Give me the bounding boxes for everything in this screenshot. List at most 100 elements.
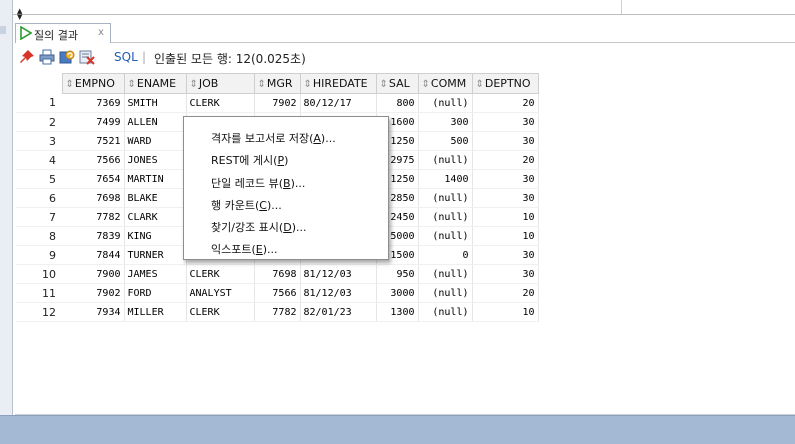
table-row[interactable]: 11 7902 FORD ANALYST 7566 81/12/03 3000 (null) 2… <box>16 283 539 303</box>
print-icon[interactable] <box>39 49 55 65</box>
menu-item-mnemonic: B <box>283 177 291 190</box>
cell-mgr[interactable]: 7566 <box>254 283 301 303</box>
cell-ename[interactable]: JAMES <box>124 264 187 284</box>
cell-empno[interactable]: 7566 <box>62 150 125 170</box>
cell-comm[interactable]: (null) <box>418 150 473 170</box>
menu-item-suffix: )... <box>262 243 278 256</box>
cell-comm[interactable]: (null) <box>418 283 473 303</box>
column-header-empno[interactable]: ⇕EMPNO <box>61 73 125 94</box>
menu-item-row-count[interactable]: 행 카운트(C)... <box>211 197 282 213</box>
cell-empno[interactable]: 7934 <box>62 302 125 322</box>
cell-comm[interactable]: (null) <box>418 302 473 322</box>
cell-job[interactable]: CLERK <box>186 264 255 284</box>
cell-deptno[interactable]: 30 <box>472 264 539 284</box>
cell-empno[interactable]: 7521 <box>62 131 125 151</box>
cell-job[interactable]: ANALYST <box>186 283 255 303</box>
cell-deptno[interactable]: 10 <box>472 226 539 246</box>
cell-comm[interactable]: (null) <box>418 264 473 284</box>
pin-icon[interactable] <box>19 49 35 65</box>
cell-mgr[interactable]: 7698 <box>254 264 301 284</box>
cell-job[interactable]: CLERK <box>186 302 255 322</box>
cell-empno[interactable]: 7900 <box>62 264 125 284</box>
cell-empno[interactable]: 7902 <box>62 283 125 303</box>
cell-ename[interactable]: JONES <box>124 150 187 170</box>
cell-comm[interactable]: 300 <box>418 112 473 132</box>
cell-comm[interactable]: 500 <box>418 131 473 151</box>
column-header-label: COMM <box>430 77 467 90</box>
row-number: 1 <box>16 93 62 113</box>
cell-comm[interactable]: (null) <box>418 93 473 113</box>
menu-item-publish-to-rest[interactable]: REST에 게시(P) <box>211 152 288 168</box>
cell-comm[interactable]: (null) <box>418 226 473 246</box>
cell-hiredate[interactable]: 82/01/23 <box>300 302 377 322</box>
cell-hiredate[interactable]: 81/12/03 <box>300 283 377 303</box>
cell-empno[interactable]: 7698 <box>62 188 125 208</box>
cell-comm[interactable]: 0 <box>418 245 473 265</box>
result-toolbar: SQL | 인출된 모든 행: 12(0.025초) <box>15 45 795 69</box>
cell-ename[interactable]: SMITH <box>124 93 187 113</box>
cell-sal[interactable]: 950 <box>376 264 419 284</box>
cell-empno[interactable]: 7499 <box>62 112 125 132</box>
cell-ename[interactable]: FORD <box>124 283 187 303</box>
cell-deptno[interactable]: 30 <box>472 169 539 189</box>
cell-empno[interactable]: 7844 <box>62 245 125 265</box>
collapse-arrows-icon[interactable]: ▲ ▼ <box>17 8 22 21</box>
cell-deptno[interactable]: 30 <box>472 131 539 151</box>
cell-ename[interactable]: MILLER <box>124 302 187 322</box>
cell-sal[interactable]: 800 <box>376 93 419 113</box>
table-row[interactable]: 10 7900 JAMES CLERK 7698 81/12/03 950 (null) 30 <box>16 264 539 284</box>
cell-deptno[interactable]: 20 <box>472 150 539 170</box>
cell-job[interactable]: CLERK <box>186 93 255 113</box>
row-number: 9 <box>16 245 62 265</box>
cell-ename[interactable]: BLAKE <box>124 188 187 208</box>
cell-comm[interactable]: (null) <box>418 207 473 227</box>
cell-sal[interactable]: 3000 <box>376 283 419 303</box>
column-header-sal[interactable]: ⇕SAL <box>375 73 419 94</box>
cell-deptno[interactable]: 30 <box>472 245 539 265</box>
cell-deptno[interactable]: 30 <box>472 112 539 132</box>
menu-item-suffix: )... <box>291 221 307 234</box>
column-header-comm[interactable]: ⇕COMM <box>417 73 473 94</box>
cell-hiredate[interactable]: 81/12/03 <box>300 264 377 284</box>
cell-deptno[interactable]: 10 <box>472 302 539 322</box>
cell-ename[interactable]: WARD <box>124 131 187 151</box>
cell-hiredate[interactable]: 80/12/17 <box>300 93 377 113</box>
column-header-ename[interactable]: ⇕ENAME <box>123 73 187 94</box>
cell-deptno[interactable]: 20 <box>472 93 539 113</box>
cell-deptno[interactable]: 10 <box>472 207 539 227</box>
cell-empno[interactable]: 7654 <box>62 169 125 189</box>
cell-comm[interactable]: 1400 <box>418 169 473 189</box>
cell-mgr[interactable]: 7782 <box>254 302 301 322</box>
cell-ename[interactable]: TURNER <box>124 245 187 265</box>
cell-mgr[interactable]: 7902 <box>254 93 301 113</box>
menu-item-save-grid-as-report[interactable]: 격자를 보고서로 저장(A)... <box>211 130 336 146</box>
cell-ename[interactable]: ALLEN <box>124 112 187 132</box>
cell-sal[interactable]: 1300 <box>376 302 419 322</box>
cell-deptno[interactable]: 20 <box>472 283 539 303</box>
cell-ename[interactable]: CLARK <box>124 207 187 227</box>
menu-item-find-highlight[interactable]: 찾기/강조 표시(D)... <box>211 219 306 235</box>
column-header-hiredate[interactable]: ⇕HIREDATE <box>299 73 377 94</box>
sql-link[interactable]: SQL <box>114 50 138 64</box>
menu-item-mnemonic: D <box>283 221 292 234</box>
cell-empno[interactable]: 7369 <box>62 93 125 113</box>
cell-ename[interactable]: MARTIN <box>124 169 187 189</box>
cell-deptno[interactable]: 30 <box>472 188 539 208</box>
table-row[interactable]: 12 7934 MILLER CLERK 7782 82/01/23 1300 (null) 1… <box>16 302 539 322</box>
refresh-icon[interactable] <box>59 49 75 65</box>
delete-icon[interactable] <box>79 49 95 65</box>
row-number: 8 <box>16 226 62 246</box>
cell-empno[interactable]: 7839 <box>62 226 125 246</box>
table-row[interactable]: 1 7369 SMITH CLERK 7902 80/12/17 800 (null) 20 <box>16 93 539 113</box>
cell-comm[interactable]: (null) <box>418 188 473 208</box>
column-header-job[interactable]: ⇕JOB <box>185 73 255 94</box>
tab-query-result[interactable]: 질의 결과 x <box>15 23 111 43</box>
cell-empno[interactable]: 7782 <box>62 207 125 227</box>
menu-item-label: REST에 게시( <box>211 154 278 167</box>
column-header-mgr[interactable]: ⇕MGR <box>253 73 301 94</box>
menu-item-single-record-view[interactable]: 단일 레코드 뷰(B)... <box>211 175 305 191</box>
menu-item-export[interactable]: 익스포트(E)... <box>211 241 278 257</box>
tab-close-icon[interactable]: x <box>98 27 104 38</box>
column-header-deptno[interactable]: ⇕DEPTNO <box>471 73 539 94</box>
cell-ename[interactable]: KING <box>124 226 187 246</box>
